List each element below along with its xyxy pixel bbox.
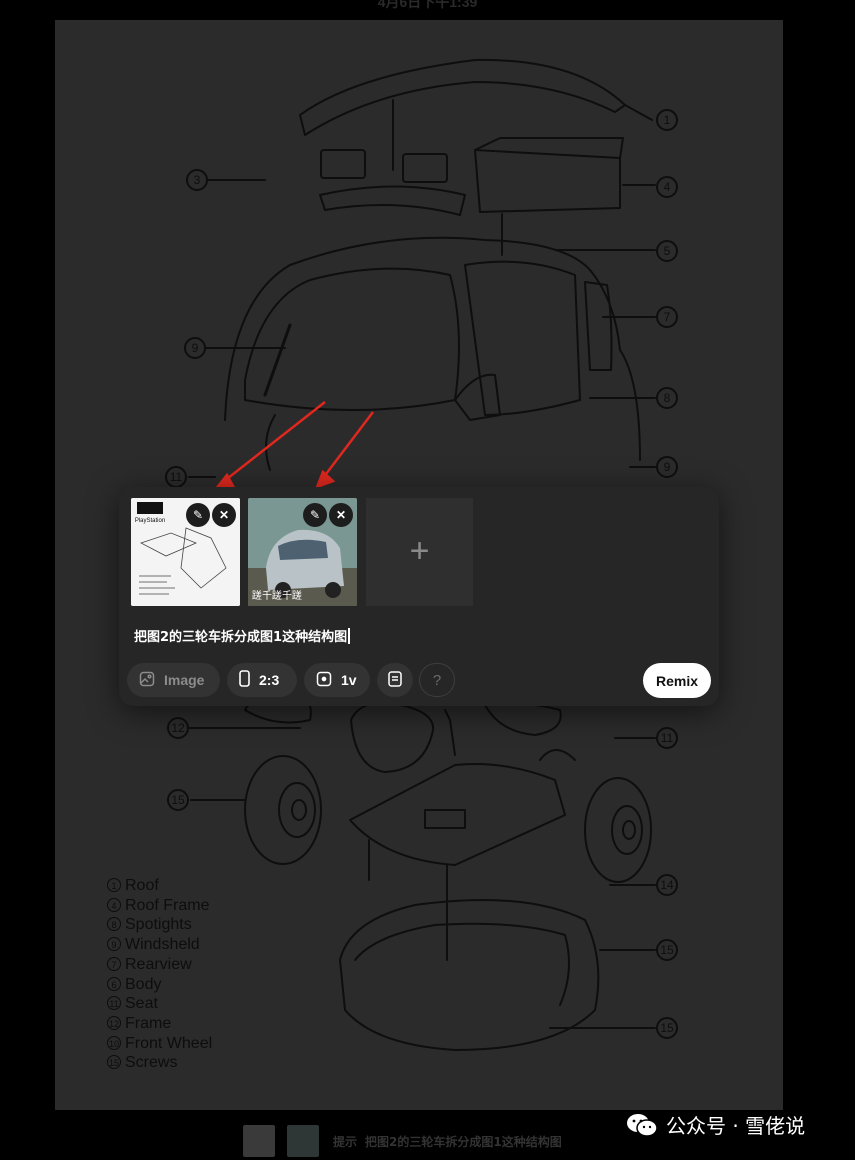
prompt-settings-button[interactable] xyxy=(377,663,413,697)
callout-label: 15 xyxy=(660,1021,674,1035)
aspect-ratio-button[interactable]: 2:3 xyxy=(227,663,297,697)
callout-label: 15 xyxy=(660,943,674,957)
remove-image-button[interactable]: ✕ xyxy=(329,503,353,527)
callout-label: 11 xyxy=(661,731,674,745)
portrait-ratio-icon xyxy=(239,670,250,690)
add-image-button[interactable]: + xyxy=(366,498,473,606)
image-mode-label: Image xyxy=(164,672,205,688)
aspect-ratio-label: 2:3 xyxy=(259,672,280,688)
legend-item: 6 Body xyxy=(107,975,212,995)
legend-item: 4 Roof Frame xyxy=(107,896,212,916)
watermark-text: 公众号 · 雪佬说 xyxy=(666,1114,806,1138)
thumbnail-caption: PlayStation xyxy=(135,518,165,524)
red-arrow xyxy=(222,401,326,483)
legend-item: 9 Windshеld xyxy=(107,935,212,955)
callout-label: 7 xyxy=(664,310,671,324)
legend-item: 1 Roof xyxy=(107,876,212,896)
legend-item: 7 Rearview xyxy=(107,955,212,975)
thumbnail-caption: 蹉千蹉千蹉 xyxy=(252,589,302,602)
document-icon xyxy=(388,670,402,690)
status-time: 4月6日下午1:39 xyxy=(377,0,478,10)
callout-label: 9 xyxy=(192,341,199,355)
help-button[interactable]: ? xyxy=(419,663,455,697)
callout-label: 12 xyxy=(171,721,185,735)
callout-label: 1 xyxy=(664,113,671,127)
legend-item: 10 Front Wheel xyxy=(107,1034,213,1052)
callout-label: 5 xyxy=(664,244,671,258)
arrow-head xyxy=(314,469,336,490)
legend-item: 12 Frame xyxy=(107,1014,172,1032)
prompt-input[interactable]: 把图2的三轮车拆分成图1这种结构图 xyxy=(134,626,350,645)
history-thumbnail-1[interactable] xyxy=(243,1125,275,1157)
version-button[interactable]: 1v xyxy=(304,663,370,697)
parts-legend: 1 Roof 4 Roof Frame 8 Spotights 9 Windshеld … xyxy=(107,876,212,1073)
remix-button[interactable]: Remix xyxy=(643,663,711,698)
reference-image-2[interactable]: 蹉千蹉千蹉 ✎ ✕ xyxy=(248,498,357,606)
text-caret xyxy=(348,628,350,644)
callout-label: 3 xyxy=(194,173,201,187)
history-bar: 提示 把图2的三轮车拆分成图1这种结构图 xyxy=(243,1125,562,1157)
version-icon xyxy=(316,671,332,690)
remove-image-button[interactable]: ✕ xyxy=(212,503,236,527)
red-arrow xyxy=(322,411,374,479)
legend-item: 11 Seat xyxy=(107,994,212,1014)
legend-item: 15 Screws xyxy=(107,1054,178,1072)
image-mode-button[interactable]: Image xyxy=(127,663,220,697)
legend-item: 8 Spotights xyxy=(107,915,212,935)
version-label: 1v xyxy=(341,672,357,688)
history-thumbnail-2[interactable] xyxy=(287,1125,319,1157)
callout-label: 4 xyxy=(664,180,671,194)
wechat-watermark: 公众号 · 雪佬说 xyxy=(626,1110,805,1139)
callout-label: 8 xyxy=(664,391,671,405)
history-prompt: 提示 把图2的三轮车拆分成图1这种结构图 xyxy=(333,1134,562,1149)
image-icon xyxy=(139,671,155,690)
callout-label: 14 xyxy=(660,878,674,892)
callout-label: 9 xyxy=(664,460,671,474)
remix-composer-panel: PlayStation ✎ ✕ 蹉千蹉千蹉 ✎ ✕ + 把图2的三轮车拆分成图1… xyxy=(119,487,719,706)
reference-image-1[interactable]: PlayStation ✎ ✕ xyxy=(131,498,240,606)
wechat-icon xyxy=(626,1112,658,1138)
callout-label: 15 xyxy=(171,793,185,807)
edit-image-button[interactable]: ✎ xyxy=(303,503,327,527)
callout-label: 11 xyxy=(170,470,183,484)
edit-image-button[interactable]: ✎ xyxy=(186,503,210,527)
